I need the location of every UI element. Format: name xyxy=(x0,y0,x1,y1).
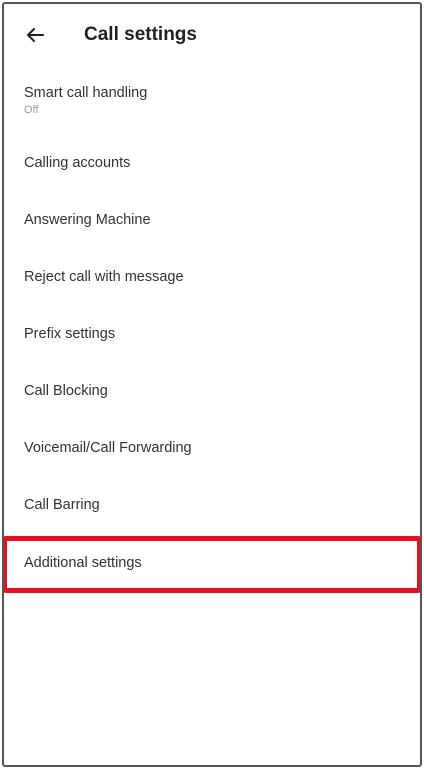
settings-item-label: Calling accounts xyxy=(24,154,131,171)
page-title: Call settings xyxy=(84,24,197,45)
settings-item-label: Call Barring xyxy=(24,496,100,513)
settings-item-label: Reject call with message xyxy=(24,268,184,285)
settings-item-reject-call-with-message[interactable]: Reject call with message xyxy=(4,248,420,305)
settings-item-call-blocking[interactable]: Call Blocking xyxy=(4,362,420,419)
back-button[interactable] xyxy=(22,22,48,48)
settings-item-additional-settings[interactable]: Additional settings xyxy=(4,534,420,593)
settings-item-label: Smart call handling xyxy=(24,84,148,101)
settings-item-calling-accounts[interactable]: Calling accounts xyxy=(4,134,420,191)
settings-item-label: Additional settings xyxy=(24,554,142,571)
settings-item-prefix-settings[interactable]: Prefix settings xyxy=(4,305,420,362)
settings-list: Smart call handling Off Calling accounts… xyxy=(4,66,420,593)
settings-item-label: Answering Machine xyxy=(24,211,151,228)
settings-item-answering-machine[interactable]: Answering Machine xyxy=(4,191,420,248)
settings-item-smart-call-handling[interactable]: Smart call handling Off xyxy=(4,66,420,134)
settings-item-status: Off xyxy=(24,103,39,116)
settings-item-call-barring[interactable]: Call Barring xyxy=(4,476,420,533)
settings-item-voicemail-call-forwarding[interactable]: Voicemail/Call Forwarding xyxy=(4,419,420,476)
settings-item-label: Call Blocking xyxy=(24,382,108,399)
settings-item-label: Prefix settings xyxy=(24,325,116,342)
call-settings-screen: Call settings Smart call handling Off Ca… xyxy=(2,2,422,767)
app-bar: Call settings xyxy=(4,4,420,66)
settings-item-label: Voicemail/Call Forwarding xyxy=(24,439,192,456)
arrow-left-icon xyxy=(27,28,44,42)
